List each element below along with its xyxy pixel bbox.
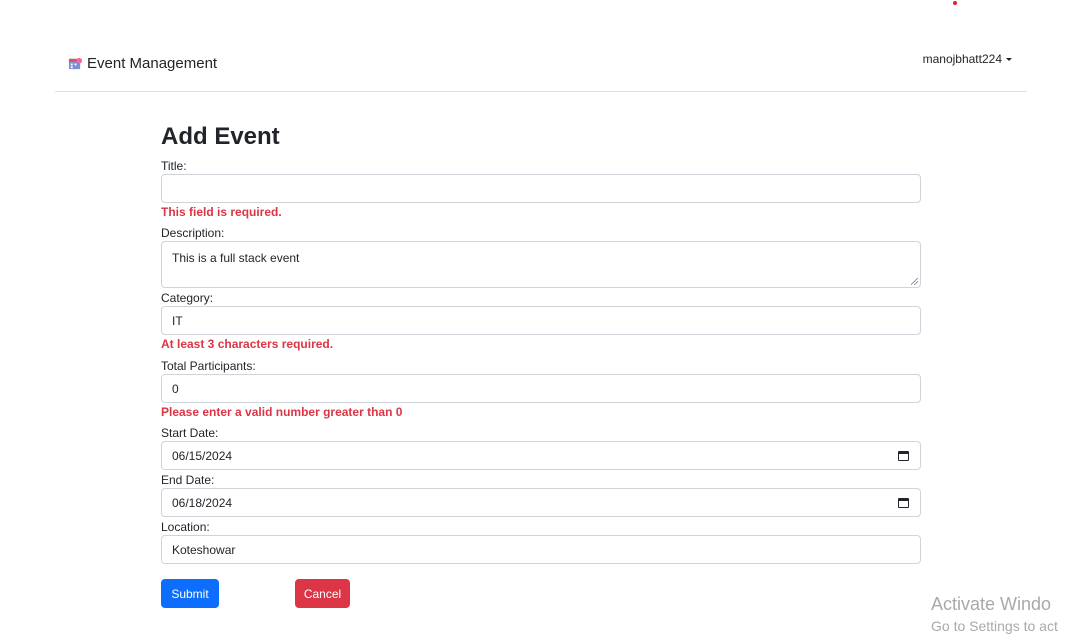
submit-button[interactable]: Submit [161, 579, 219, 608]
end-date-value: 06/18/2024 [172, 495, 233, 510]
description-label: Description: [161, 226, 225, 240]
participants-value: 0 [172, 381, 179, 396]
start-date-label: Start Date: [161, 426, 219, 440]
end-date-input[interactable]: 06/18/2024 [161, 488, 921, 517]
indicator-dot [953, 1, 957, 5]
username: manojbhatt224 [922, 52, 1002, 66]
description-textarea[interactable]: This is a full stack event [161, 241, 921, 288]
activation-watermark: Activate Windo Go to Settings to act [931, 594, 1058, 636]
participants-label: Total Participants: [161, 359, 256, 373]
event-logo-icon [68, 57, 83, 70]
user-dropdown[interactable]: manojbhatt224 [923, 52, 1012, 66]
page: Event Management manojbhatt224 Add Event… [0, 0, 1068, 638]
calendar-icon[interactable] [898, 451, 909, 461]
resize-handle-icon[interactable] [911, 278, 918, 285]
add-event-form: Add Event Title: This field is required.… [161, 122, 921, 608]
location-value: Koteshowar [172, 542, 236, 557]
brand-text: Event Management [87, 55, 218, 72]
cancel-button[interactable]: Cancel [295, 579, 350, 608]
caret-down-icon [1006, 58, 1012, 61]
end-date-label: End Date: [161, 473, 215, 487]
category-input[interactable]: IT [161, 306, 921, 335]
location-input[interactable]: Koteshowar [161, 535, 921, 564]
watermark-title: Activate Windo [931, 594, 1052, 614]
participants-input[interactable]: 0 [161, 374, 921, 403]
calendar-icon[interactable] [898, 498, 909, 508]
title-input[interactable] [161, 174, 921, 203]
description-value: This is a full stack event [172, 251, 300, 265]
category-error: At least 3 characters required. [161, 337, 334, 351]
navbar: Event Management manojbhatt224 [55, 40, 1027, 92]
start-date-input[interactable]: 06/15/2024 [161, 441, 921, 470]
location-label: Location: [161, 520, 210, 534]
watermark-subtitle: Go to Settings to act [931, 618, 1058, 634]
category-value: IT [172, 313, 183, 328]
start-date-value: 06/15/2024 [172, 448, 233, 463]
page-title: Add Event [161, 123, 280, 150]
brand-link[interactable]: Event Management [68, 55, 217, 72]
title-error: This field is required. [161, 205, 282, 219]
participants-error: Please enter a valid number greater than… [161, 405, 403, 419]
title-label: Title: [161, 159, 187, 173]
category-label: Category: [161, 291, 214, 305]
